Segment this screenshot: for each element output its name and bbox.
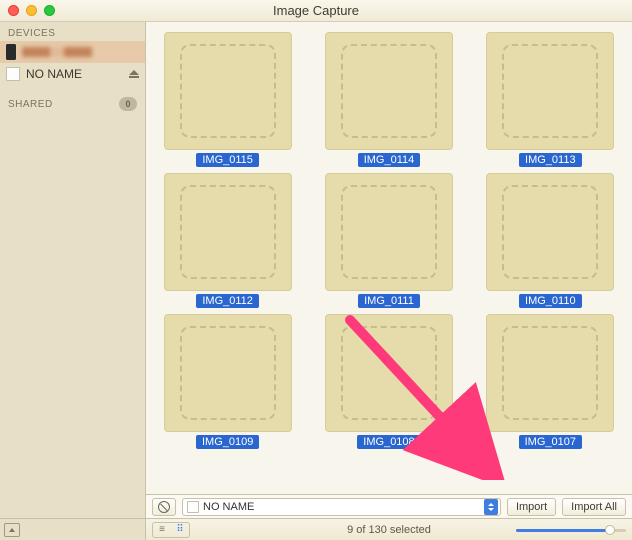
thumbnail-label: IMG_0113 (519, 153, 582, 167)
placeholder-icon (502, 44, 598, 138)
window-title: Image Capture (0, 3, 632, 18)
placeholder-icon (180, 185, 276, 279)
shared-count-badge: 0 (119, 97, 137, 111)
sidebar-devices-header: DEVICES (0, 22, 145, 41)
shared-header-label: SHARED (8, 99, 53, 110)
placeholder-icon (341, 326, 437, 420)
placeholder-icon (180, 44, 276, 138)
sidebar-footer (0, 518, 145, 540)
thumbnail-grid: IMG_0115 IMG_0114 IMG_0113 IMG_0112 IMG_… (146, 22, 632, 494)
bottom-toolbar: NO NAME Import Import All (146, 494, 632, 518)
sd-card-icon (187, 501, 199, 513)
import-button[interactable]: Import (507, 498, 556, 516)
statusbar: ≡ ⠿ 9 of 130 selected (146, 518, 632, 540)
thumbnail-label: IMG_0111 (358, 294, 420, 308)
placeholder-icon (502, 185, 598, 279)
sidebar-item-volume[interactable]: NO NAME (0, 63, 145, 85)
placeholder-icon (341, 44, 437, 138)
destination-select[interactable]: NO NAME (182, 498, 501, 516)
chevron-up-down-icon (484, 499, 498, 515)
zoom-slider[interactable] (516, 523, 626, 537)
titlebar: Image Capture (0, 0, 632, 22)
destination-label: NO NAME (203, 501, 254, 513)
thumbnail-label: IMG_0115 (196, 153, 259, 167)
sidebar: DEVICES NO NAME SHARED 0 (0, 22, 146, 540)
thumbnail-item[interactable]: IMG_0108 (319, 314, 459, 449)
thumbnail-item[interactable]: IMG_0113 (480, 32, 620, 167)
thumbnail-label: IMG_0112 (196, 294, 259, 308)
phone-icon (6, 44, 16, 60)
panel-toggle-icon[interactable] (4, 523, 20, 537)
placeholder-icon (180, 326, 276, 420)
eject-icon[interactable] (129, 69, 139, 79)
thumbnail-label: IMG_0107 (519, 435, 582, 449)
sidebar-item-phone[interactable] (0, 41, 145, 63)
thumbnail-item[interactable]: IMG_0115 (158, 32, 298, 167)
placeholder-icon (341, 185, 437, 279)
phone-label-redacted (22, 47, 92, 57)
sd-card-icon (6, 67, 20, 81)
thumbnail-label: IMG_0109 (196, 435, 259, 449)
zoom-thumb[interactable] (605, 525, 615, 535)
thumbnail-label: IMG_0114 (358, 153, 421, 167)
placeholder-icon (502, 326, 598, 420)
thumbnail-label: IMG_0108 (357, 435, 420, 449)
thumbnail-item[interactable]: IMG_0111 (319, 173, 459, 308)
thumbnail-item[interactable]: IMG_0109 (158, 314, 298, 449)
thumbnail-item[interactable]: IMG_0112 (158, 173, 298, 308)
volume-label: NO NAME (26, 67, 82, 81)
import-all-button[interactable]: Import All (562, 498, 626, 516)
delete-after-import-button[interactable] (152, 498, 176, 516)
thumbnail-item[interactable]: IMG_0114 (319, 32, 459, 167)
thumbnail-item[interactable]: IMG_0107 (480, 314, 620, 449)
thumbnail-label: IMG_0110 (519, 294, 582, 308)
devices-header-label: DEVICES (8, 28, 55, 39)
thumbnail-item[interactable]: IMG_0110 (480, 173, 620, 308)
sidebar-shared-header: SHARED 0 (0, 91, 145, 113)
